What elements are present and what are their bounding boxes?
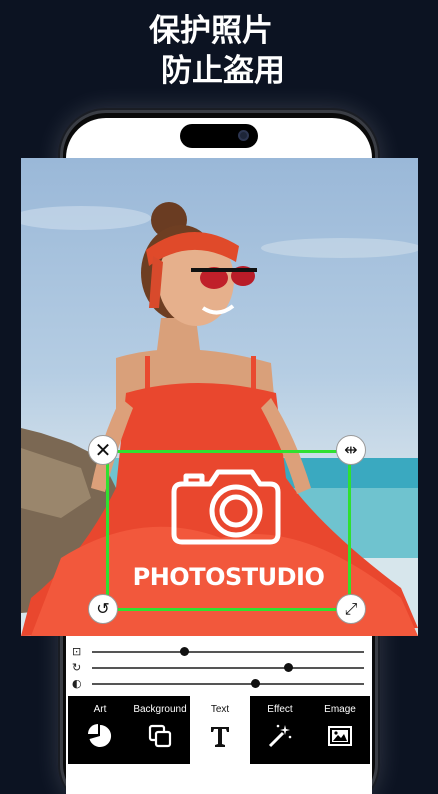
rotation-slider[interactable]: ↻ xyxy=(68,660,368,676)
flip-watermark-button[interactable]: ⇹ xyxy=(336,435,366,465)
size-slider-track[interactable] xyxy=(92,651,364,653)
size-slider[interactable]: ⊡ xyxy=(68,644,368,660)
magic-wand-icon xyxy=(268,724,292,748)
headline-line-2: 防止盗用 xyxy=(161,53,285,89)
size-slider-knob[interactable] xyxy=(180,647,190,656)
image-icon xyxy=(328,726,352,746)
tab-label: Emage xyxy=(324,704,356,715)
tab-background[interactable]: Background xyxy=(130,696,190,764)
text-icon xyxy=(211,727,229,747)
tool-tab-bar: Art Background Text Effect Emage xyxy=(68,696,370,764)
contrast-icon: ◐ xyxy=(72,677,82,690)
close-icon: ✕ xyxy=(94,438,112,462)
watermark-text[interactable]: PHOTOSTUDIO xyxy=(106,563,351,591)
tab-label: Text xyxy=(210,704,230,715)
tab-emage[interactable]: Emage xyxy=(310,696,370,764)
layers-icon xyxy=(148,724,172,748)
adjustment-sliders: ⊡ ↻ ◐ xyxy=(68,640,368,696)
tab-label: Background xyxy=(133,704,187,715)
tab-label: Effect xyxy=(267,704,293,715)
flip-horizontal-icon: ⇹ xyxy=(344,440,358,459)
headline-line-1: 保护照片 xyxy=(149,13,273,49)
pie-chart-icon xyxy=(88,724,112,747)
tab-label: Art xyxy=(93,704,107,715)
front-camera xyxy=(238,130,249,141)
opacity-slider-track[interactable] xyxy=(92,683,364,685)
rotate-icon: ↺ xyxy=(96,599,110,618)
tab-text[interactable]: Text xyxy=(190,696,250,764)
rotation-slider-knob[interactable] xyxy=(283,663,293,672)
opacity-slider[interactable]: ◐ xyxy=(68,676,368,692)
opacity-slider-knob[interactable] xyxy=(251,679,261,688)
tab-art[interactable]: Art xyxy=(70,696,130,764)
scale-watermark-button[interactable]: ⤢ xyxy=(336,594,366,624)
rotate-icon: ↻ xyxy=(72,661,82,674)
grid-icon: ⊡ xyxy=(72,645,82,658)
rotate-watermark-button[interactable]: ↺ xyxy=(88,594,118,624)
resize-icon: ⤢ xyxy=(344,599,358,618)
tab-effect[interactable]: Effect xyxy=(250,696,310,764)
rotation-slider-track[interactable] xyxy=(92,667,364,669)
delete-watermark-button[interactable]: ✕ xyxy=(88,435,118,465)
